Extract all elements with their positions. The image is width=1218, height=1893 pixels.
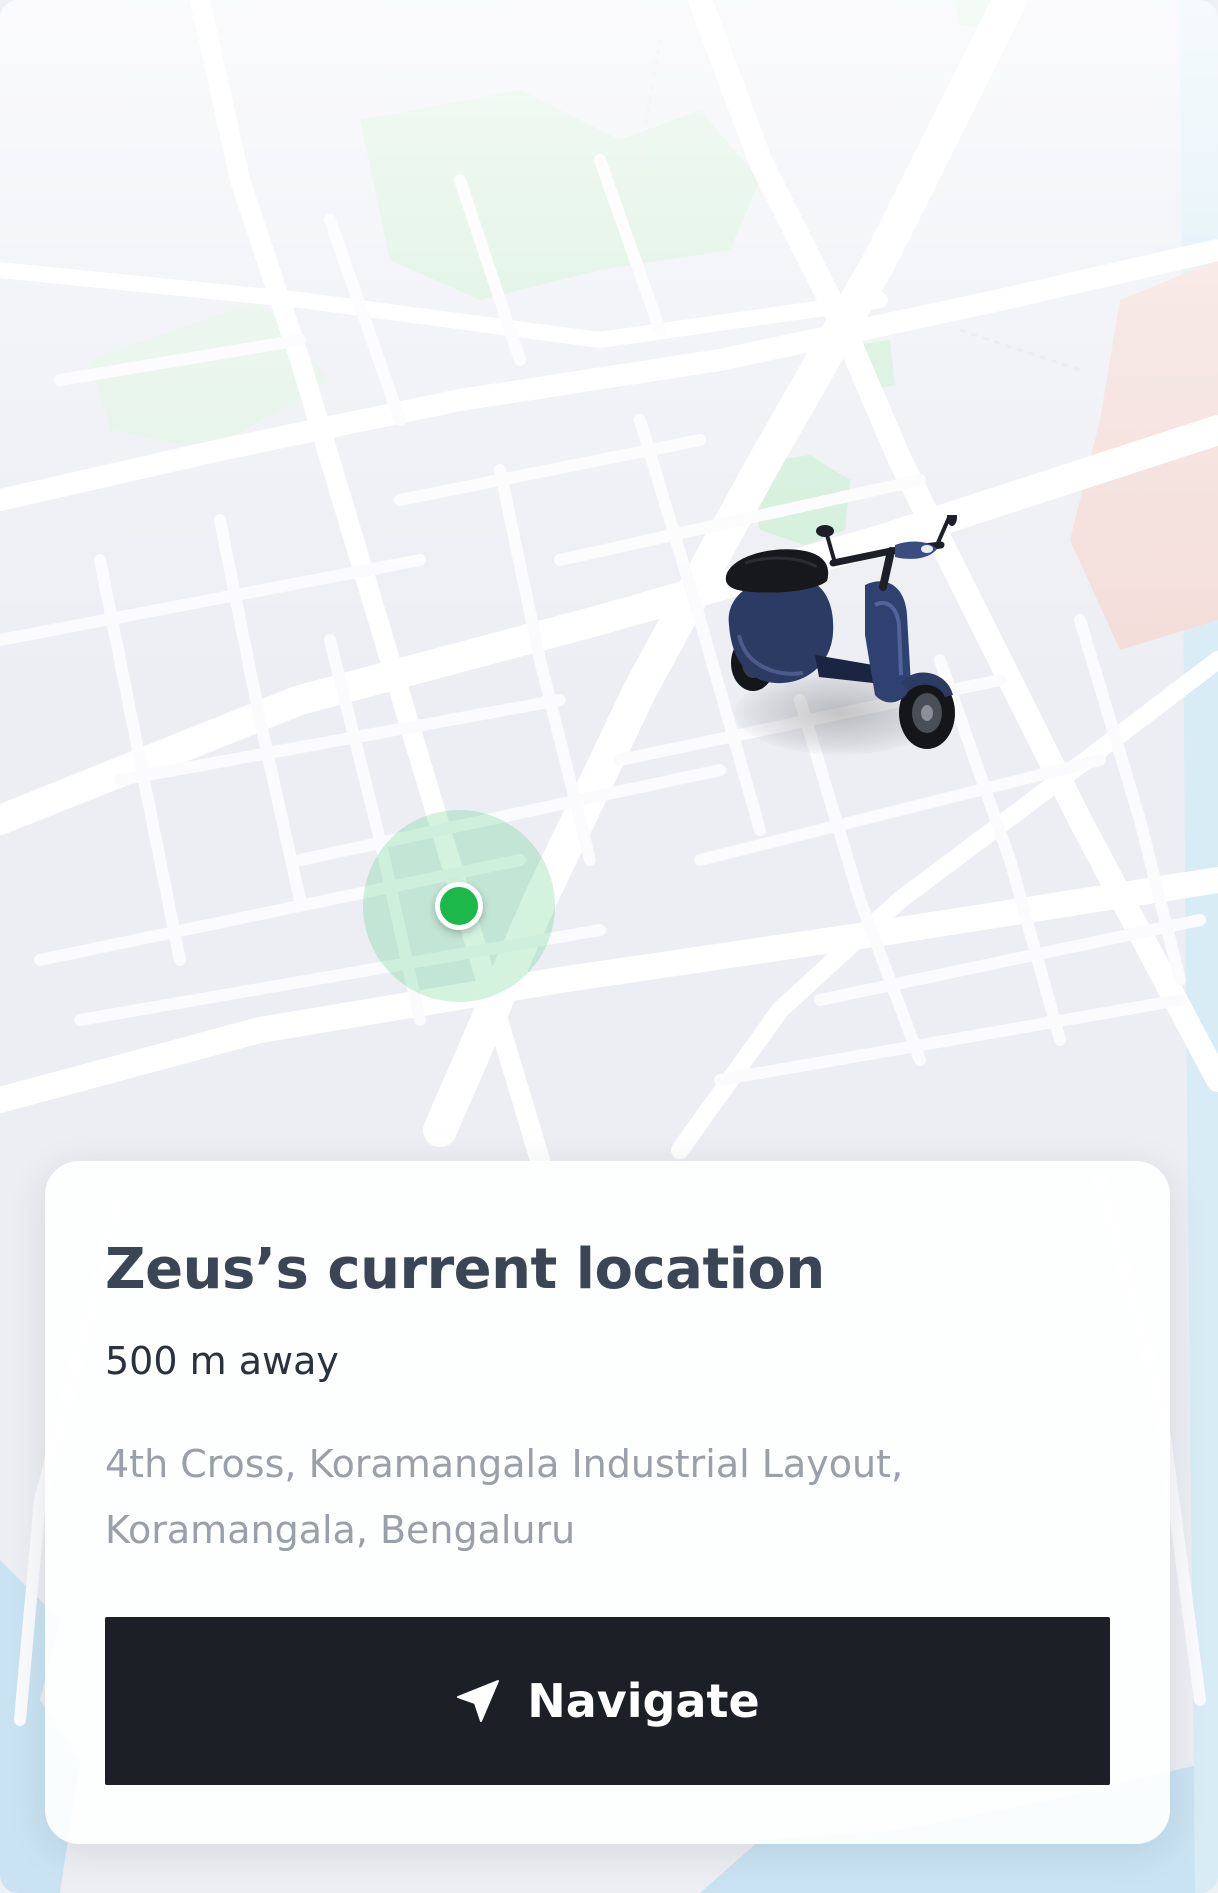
vehicle-location-screen: Zeus’s current location 500 m away 4th C… xyxy=(0,0,1218,1893)
navigate-button[interactable]: Navigate xyxy=(105,1617,1110,1785)
location-card: Zeus’s current location 500 m away 4th C… xyxy=(45,1161,1170,1844)
distance-label: 500 m away xyxy=(105,1339,339,1383)
address-block: 4th Cross, Koramangala Industrial Layout… xyxy=(105,1431,1085,1563)
card-title: Zeus’s current location xyxy=(105,1237,825,1302)
address-line-2: Koramangala, Bengaluru xyxy=(105,1508,576,1552)
scooter-icon[interactable] xyxy=(715,508,985,775)
address-line-1: 4th Cross, Koramangala Industrial Layout… xyxy=(105,1442,904,1486)
user-location-radius xyxy=(363,810,555,1002)
location-dot-icon[interactable] xyxy=(435,882,483,930)
navigate-button-label: Navigate xyxy=(527,1674,760,1728)
navigation-arrow-icon xyxy=(455,1678,501,1724)
